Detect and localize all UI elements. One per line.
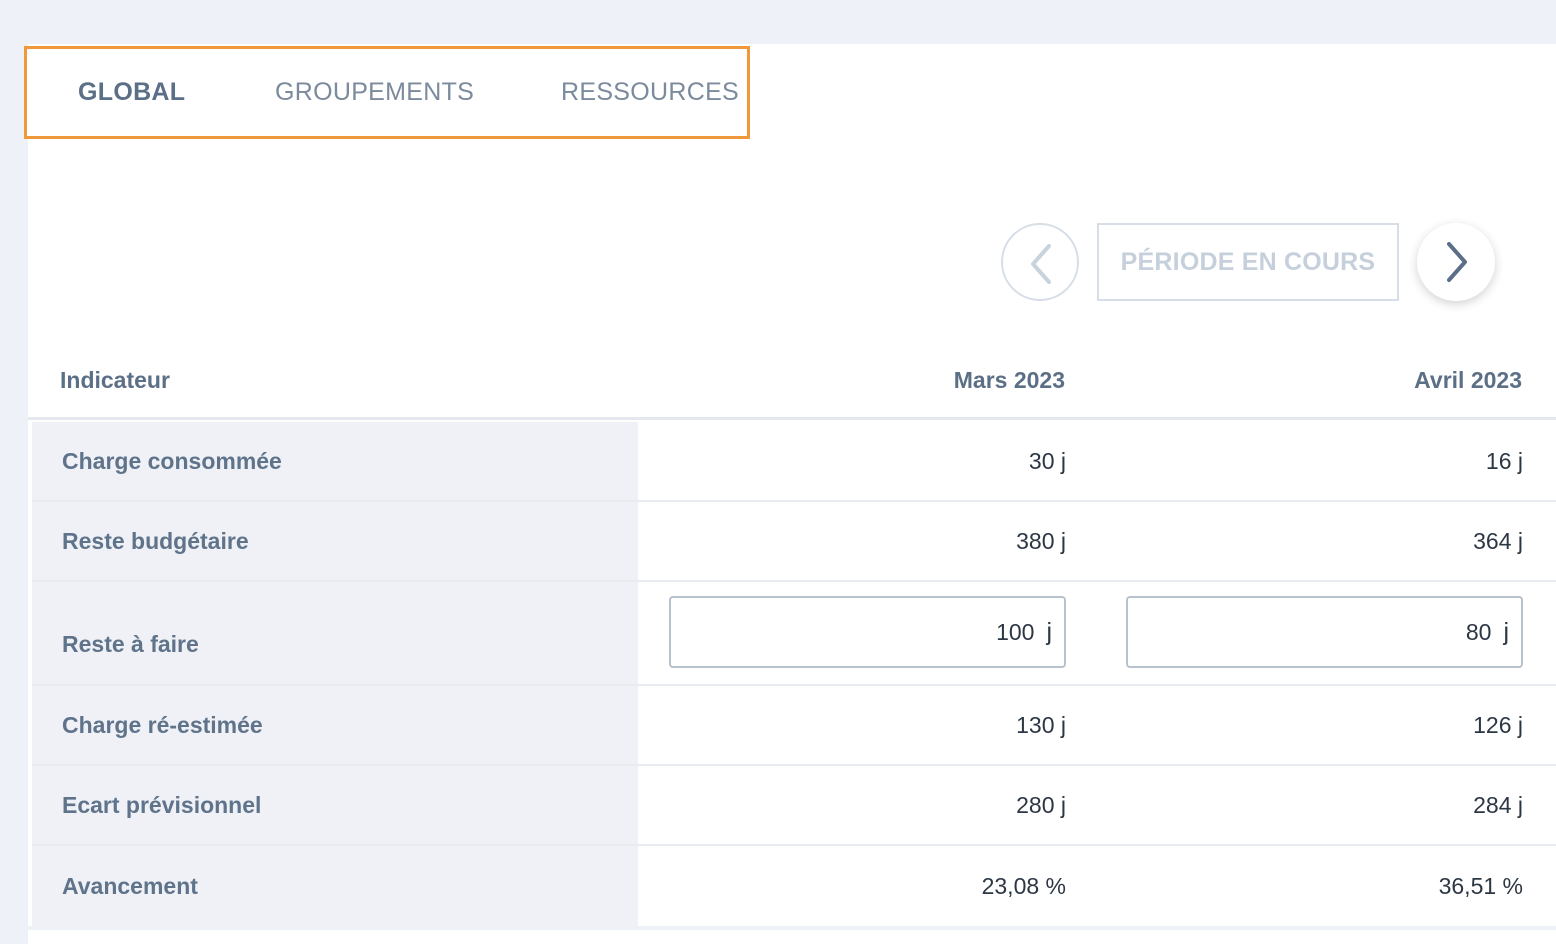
tab-bar: GLOBAL GROUPEMENTS RESSOURCES <box>24 46 750 139</box>
current-period-button[interactable]: PÉRIODE EN COURS <box>1097 223 1399 301</box>
table-row: Charge ré-estimée 130 j 126 j <box>32 686 1556 766</box>
input-value: 100 <box>996 618 1035 645</box>
row-label: Avancement <box>32 846 638 926</box>
input-value: 80 <box>1465 618 1492 645</box>
cell-value: 23,08 % <box>981 872 1066 899</box>
cell-value: 380 j <box>1016 527 1066 554</box>
cell-value: 16 j <box>1485 447 1523 474</box>
previous-period-button[interactable] <box>1001 223 1079 301</box>
table-row: Charge consommée 30 j 16 j <box>32 422 1556 502</box>
cell-value: 126 j <box>1473 711 1523 738</box>
cell-value: 280 j <box>1016 791 1066 818</box>
row-label: Reste à faire <box>32 582 638 684</box>
tab-global[interactable]: GLOBAL <box>78 49 185 136</box>
table-header: Indicateur Mars 2023 Avril 2023 <box>28 340 1556 420</box>
tab-groupements[interactable]: GROUPEMENTS <box>275 49 474 136</box>
cell-value: 130 j <box>1016 711 1066 738</box>
table-row: Ecart prévisionnel 280 j 284 j <box>32 766 1556 846</box>
cell-value: 30 j <box>1028 447 1066 474</box>
table-row: Reste budgétaire 380 j 364 j <box>32 502 1556 582</box>
header-avril-2023: Avril 2023 <box>1414 367 1522 393</box>
header-mars-2023: Mars 2023 <box>953 367 1065 393</box>
next-period-button[interactable] <box>1417 223 1495 301</box>
cell-value: 284 j <box>1473 791 1523 818</box>
input-unit: j <box>1503 617 1509 646</box>
row-label: Charge ré-estimée <box>32 686 638 764</box>
cell-value: 364 j <box>1473 527 1523 554</box>
cell-value: 36,51 % <box>1438 872 1523 899</box>
table-row: Avancement 23,08 % 36,51 % <box>32 846 1556 926</box>
table-row: Reste à faire 100 j 80 j <box>32 582 1556 686</box>
chevron-right-icon <box>1447 242 1467 282</box>
tab-ressources[interactable]: RESSOURCES <box>561 49 739 136</box>
reste-a-faire-avril-input[interactable]: 80 j <box>1126 596 1523 668</box>
reste-a-faire-mars-input[interactable]: 100 j <box>669 596 1066 668</box>
header-indicator: Indicateur <box>60 367 170 393</box>
panel-footer <box>28 926 1556 944</box>
row-label: Reste budgétaire <box>32 502 638 580</box>
row-label: Charge consommée <box>32 422 638 500</box>
chevron-left-icon <box>1031 244 1051 284</box>
input-unit: j <box>1046 617 1052 646</box>
row-label: Ecart prévisionnel <box>32 766 638 844</box>
